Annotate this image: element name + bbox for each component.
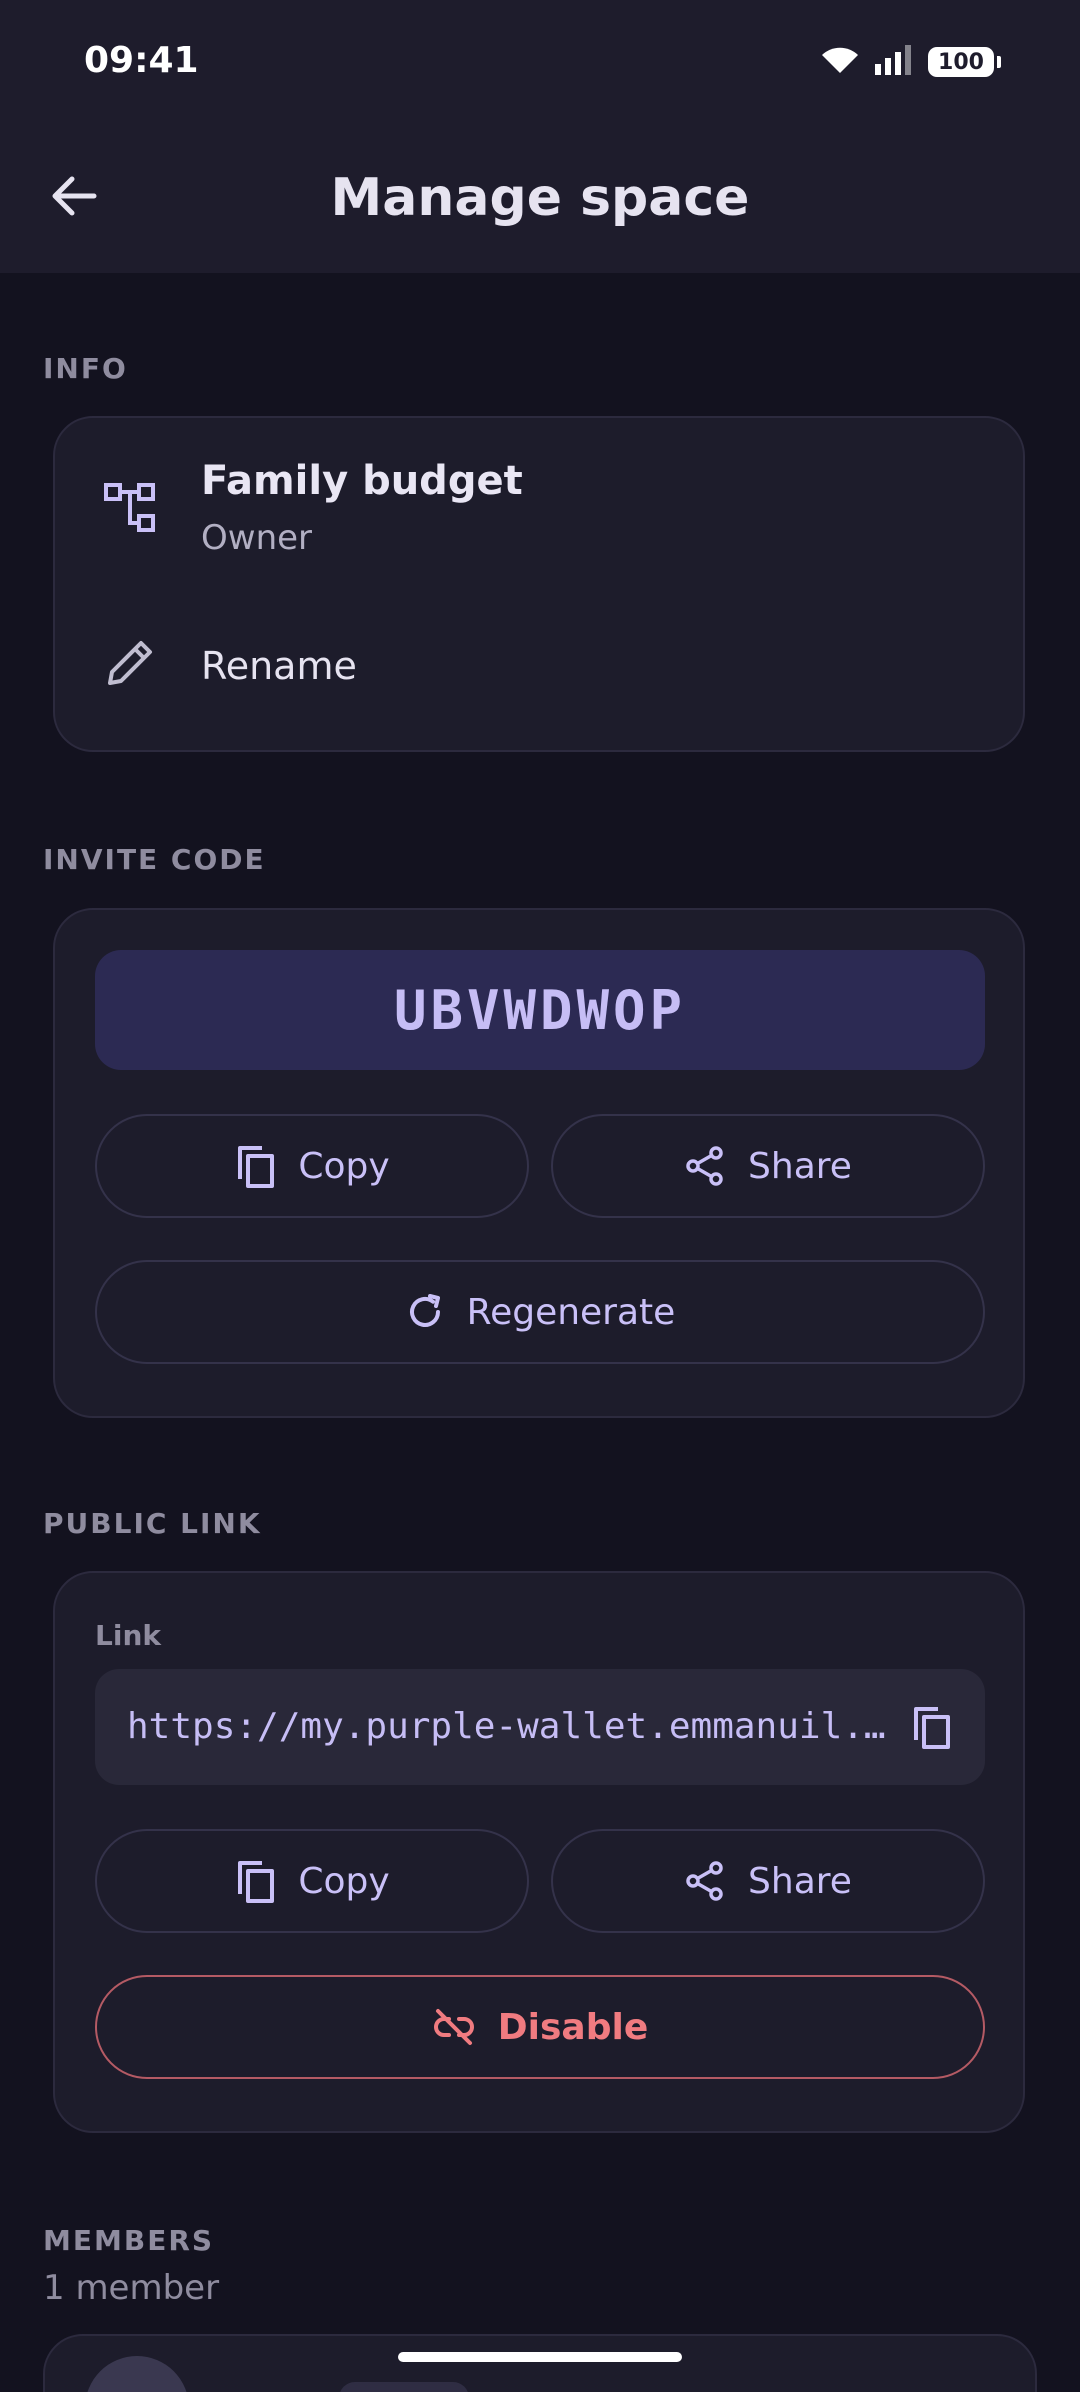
home-indicator[interactable] [398,2352,682,2362]
public-link-card: Link https://my.purple-wallet.emmanuil..… [53,1571,1025,2133]
space-name: Family budget [201,458,523,504]
public-link-url: https://my.purple-wallet.emmanuil... [127,1706,887,1747]
share-icon [686,1861,723,1901]
share-icon [686,1146,723,1186]
regenerate-button[interactable]: Regenerate [95,1260,985,1364]
rename-label: Rename [201,644,357,688]
status-icons: 100 [820,44,1001,80]
page-title: Manage space [330,168,750,228]
invite-copy-label: Copy [298,1145,390,1187]
space-hierarchy-icon [95,472,167,544]
info-card: Family budget Owner Rename [53,416,1025,752]
invite-section-label: INVITE CODE [43,843,266,876]
member-role-badge [339,2382,469,2392]
invite-copy-button[interactable]: Copy [95,1114,529,1218]
battery-icon: 100 [928,47,1001,77]
link-share-button[interactable]: Share [551,1829,985,1933]
top-app-bar: 09:41 100 Manage space [0,0,1080,273]
link-field-copy-button[interactable] [903,1699,959,1755]
manage-space-screen: 09:41 100 Manage space INFO Family budge… [0,0,1080,2392]
members-section-label: MEMBERS [43,2224,215,2257]
link-share-label: Share [748,1860,852,1902]
invite-card: UBVWDWOP Copy Share Regenerate [53,908,1025,1418]
status-time: 09:41 [84,40,199,81]
invite-share-label: Share [748,1145,852,1187]
refresh-icon [409,1294,440,1327]
member-list-item[interactable] [43,2334,1037,2392]
link-copy-button[interactable]: Copy [95,1829,529,1933]
link-off-icon [433,2009,474,2045]
signal-icon [874,44,914,80]
regenerate-label: Regenerate [466,1291,676,1333]
space-role: Owner [201,518,313,558]
copy-icon [238,1861,275,1903]
public-link-section-label: PUBLIC LINK [43,1507,262,1540]
members-count: 1 member [43,2268,220,2308]
invite-code: UBVWDWOP [95,950,985,1070]
avatar [85,2356,189,2392]
link-field-label: Link [95,1619,161,1652]
public-link-field[interactable]: https://my.purple-wallet.emmanuil... [95,1669,985,1785]
pencil-icon [95,626,167,698]
copy-icon [238,1146,275,1188]
disable-label: Disable [497,2006,649,2048]
wifi-icon [820,45,860,79]
disable-link-button[interactable]: Disable [95,1975,985,2079]
link-copy-label: Copy [298,1860,390,1902]
rename-row[interactable]: Rename [55,608,1023,718]
copy-icon [914,1707,950,1749]
info-section-label: INFO [43,352,128,385]
invite-share-button[interactable]: Share [551,1114,985,1218]
